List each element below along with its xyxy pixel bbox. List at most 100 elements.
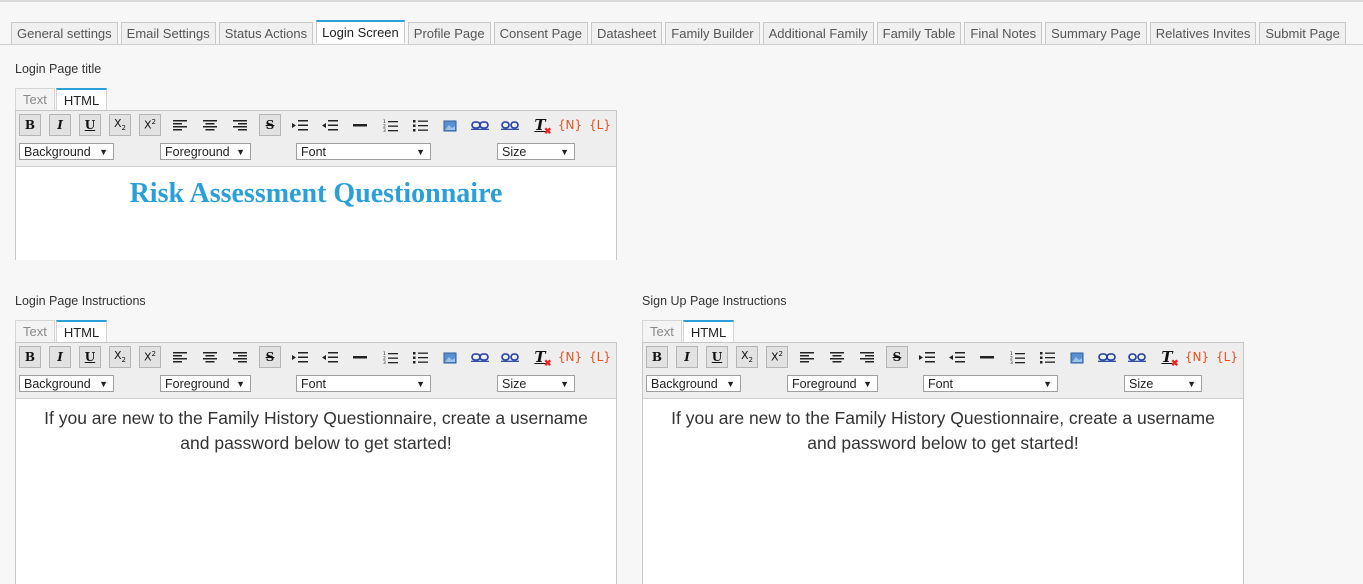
tab-summary-page[interactable]: Summary Page: [1045, 22, 1147, 44]
name-token-button[interactable]: {N}: [558, 114, 582, 136]
name-token-button[interactable]: {N}: [1185, 346, 1209, 368]
font-select[interactable]: Font ▼: [923, 375, 1058, 392]
size-select[interactable]: Size ▼: [1124, 375, 1202, 392]
align-center-icon[interactable]: [199, 346, 221, 368]
horizontal-rule-icon[interactable]: [349, 346, 371, 368]
insert-image-icon[interactable]: [1066, 346, 1088, 368]
font-select[interactable]: Font ▼: [296, 375, 431, 392]
size-select[interactable]: Size ▼: [497, 143, 575, 160]
link-token-button[interactable]: {L}: [1216, 346, 1238, 368]
subscript-button[interactable]: X2: [109, 114, 131, 136]
clear-format-icon[interactable]: T ✖: [1156, 346, 1178, 369]
login-instructions-label: Login Page Instructions: [15, 294, 146, 308]
ordered-list-icon[interactable]: 123: [379, 114, 401, 136]
link-token-button[interactable]: {L}: [589, 114, 611, 136]
strikethrough-button[interactable]: S: [259, 114, 281, 136]
superscript-button[interactable]: X2: [139, 346, 161, 368]
tab-family-table[interactable]: Family Table: [876, 22, 962, 44]
editor-content-area[interactable]: Risk Assessment Questionnaire: [16, 167, 616, 260]
tab-final-notes[interactable]: Final Notes: [964, 22, 1043, 44]
bold-button[interactable]: B: [646, 346, 668, 368]
html-mode-tab[interactable]: HTML: [55, 88, 108, 110]
tab-consent-page[interactable]: Consent Page: [493, 22, 589, 44]
foreground-color-select[interactable]: Foreground ▼: [160, 143, 251, 160]
align-left-icon[interactable]: [169, 346, 191, 368]
align-right-icon[interactable]: [229, 114, 251, 136]
tab-email-settings[interactable]: Email Settings: [120, 22, 216, 44]
link-token-button[interactable]: {L}: [589, 346, 611, 368]
superscript-button[interactable]: X2: [139, 114, 161, 136]
tab-family-builder[interactable]: Family Builder: [665, 22, 760, 44]
insert-link-icon[interactable]: [469, 114, 491, 136]
outdent-icon[interactable]: [319, 346, 341, 368]
outdent-icon[interactable]: [946, 346, 968, 368]
background-color-select[interactable]: Background ▼: [19, 143, 114, 160]
font-select[interactable]: Font ▼: [296, 143, 431, 160]
bold-button[interactable]: B: [19, 114, 41, 136]
text-mode-tab[interactable]: Text: [642, 320, 682, 342]
align-right-icon[interactable]: [229, 346, 251, 368]
name-token-button[interactable]: {N}: [558, 346, 582, 368]
background-color-select[interactable]: Background ▼: [19, 375, 114, 392]
horizontal-rule-icon[interactable]: [349, 114, 371, 136]
tab-login-screen[interactable]: Login Screen: [316, 20, 405, 43]
italic-button[interactable]: I: [49, 114, 71, 136]
insert-image-icon[interactable]: [439, 114, 461, 136]
tab-datasheet[interactable]: Datasheet: [591, 22, 663, 44]
underline-button[interactable]: U: [79, 346, 101, 368]
html-mode-tab[interactable]: HTML: [682, 320, 735, 342]
clear-format-icon[interactable]: T ✖: [529, 346, 551, 369]
tab-profile-page[interactable]: Profile Page: [407, 22, 491, 44]
foreground-color-select[interactable]: Foreground ▼: [787, 375, 878, 392]
unordered-list-icon[interactable]: [1036, 346, 1058, 368]
strikethrough-button[interactable]: S: [886, 346, 908, 368]
tab-additional-family[interactable]: Additional Family: [762, 22, 874, 44]
foreground-color-select[interactable]: Foreground ▼: [160, 375, 251, 392]
indent-icon[interactable]: [916, 346, 938, 368]
indent-icon[interactable]: [289, 346, 311, 368]
bold-button[interactable]: B: [19, 346, 41, 368]
unordered-list-icon[interactable]: [409, 346, 431, 368]
align-center-icon[interactable]: [826, 346, 848, 368]
dropdown-arrow-icon: ▼: [416, 147, 425, 157]
size-select[interactable]: Size ▼: [497, 375, 575, 392]
tab-status-actions[interactable]: Status Actions: [218, 22, 314, 44]
text-mode-tab[interactable]: Text: [15, 88, 55, 110]
editor-content-area[interactable]: If you are new to the Family History Que…: [16, 399, 616, 584]
horizontal-rule-icon[interactable]: [976, 346, 998, 368]
indent-icon[interactable]: [289, 114, 311, 136]
ordered-list-icon[interactable]: 123: [379, 346, 401, 368]
insert-link-icon[interactable]: [469, 346, 491, 368]
editor-content-area[interactable]: If you are new to the Family History Que…: [643, 399, 1243, 584]
strikethrough-button[interactable]: S: [259, 346, 281, 368]
unlink-icon[interactable]: [499, 346, 521, 368]
tab-general-settings[interactable]: General settings: [11, 22, 118, 44]
html-mode-tab[interactable]: HTML: [55, 320, 108, 342]
unlink-icon[interactable]: [499, 114, 521, 136]
clear-format-icon[interactable]: T ✖: [529, 114, 551, 137]
outdent-icon[interactable]: [319, 114, 341, 136]
align-center-icon[interactable]: [199, 114, 221, 136]
svg-text:3: 3: [383, 360, 386, 364]
unordered-list-icon[interactable]: [409, 114, 431, 136]
insert-link-icon[interactable]: [1096, 346, 1118, 368]
dropdown-arrow-icon: ▼: [560, 147, 569, 157]
subscript-button[interactable]: X2: [736, 346, 758, 368]
align-right-icon[interactable]: [856, 346, 878, 368]
tab-submit-page[interactable]: Submit Page: [1259, 22, 1346, 44]
unlink-icon[interactable]: [1126, 346, 1148, 368]
superscript-button[interactable]: X2: [766, 346, 788, 368]
italic-button[interactable]: I: [676, 346, 698, 368]
align-left-icon[interactable]: [796, 346, 818, 368]
italic-button[interactable]: I: [49, 346, 71, 368]
tab-relatives-invites[interactable]: Relatives Invites: [1149, 22, 1257, 44]
background-color-select[interactable]: Background ▼: [646, 375, 741, 392]
text-mode-tab[interactable]: Text: [15, 320, 55, 342]
ordered-list-icon[interactable]: 123: [1006, 346, 1028, 368]
instructions-line: If you are new to the Family History Que…: [44, 408, 588, 428]
underline-button[interactable]: U: [706, 346, 728, 368]
subscript-button[interactable]: X2: [109, 346, 131, 368]
underline-button[interactable]: U: [79, 114, 101, 136]
insert-image-icon[interactable]: [439, 346, 461, 368]
align-left-icon[interactable]: [169, 114, 191, 136]
